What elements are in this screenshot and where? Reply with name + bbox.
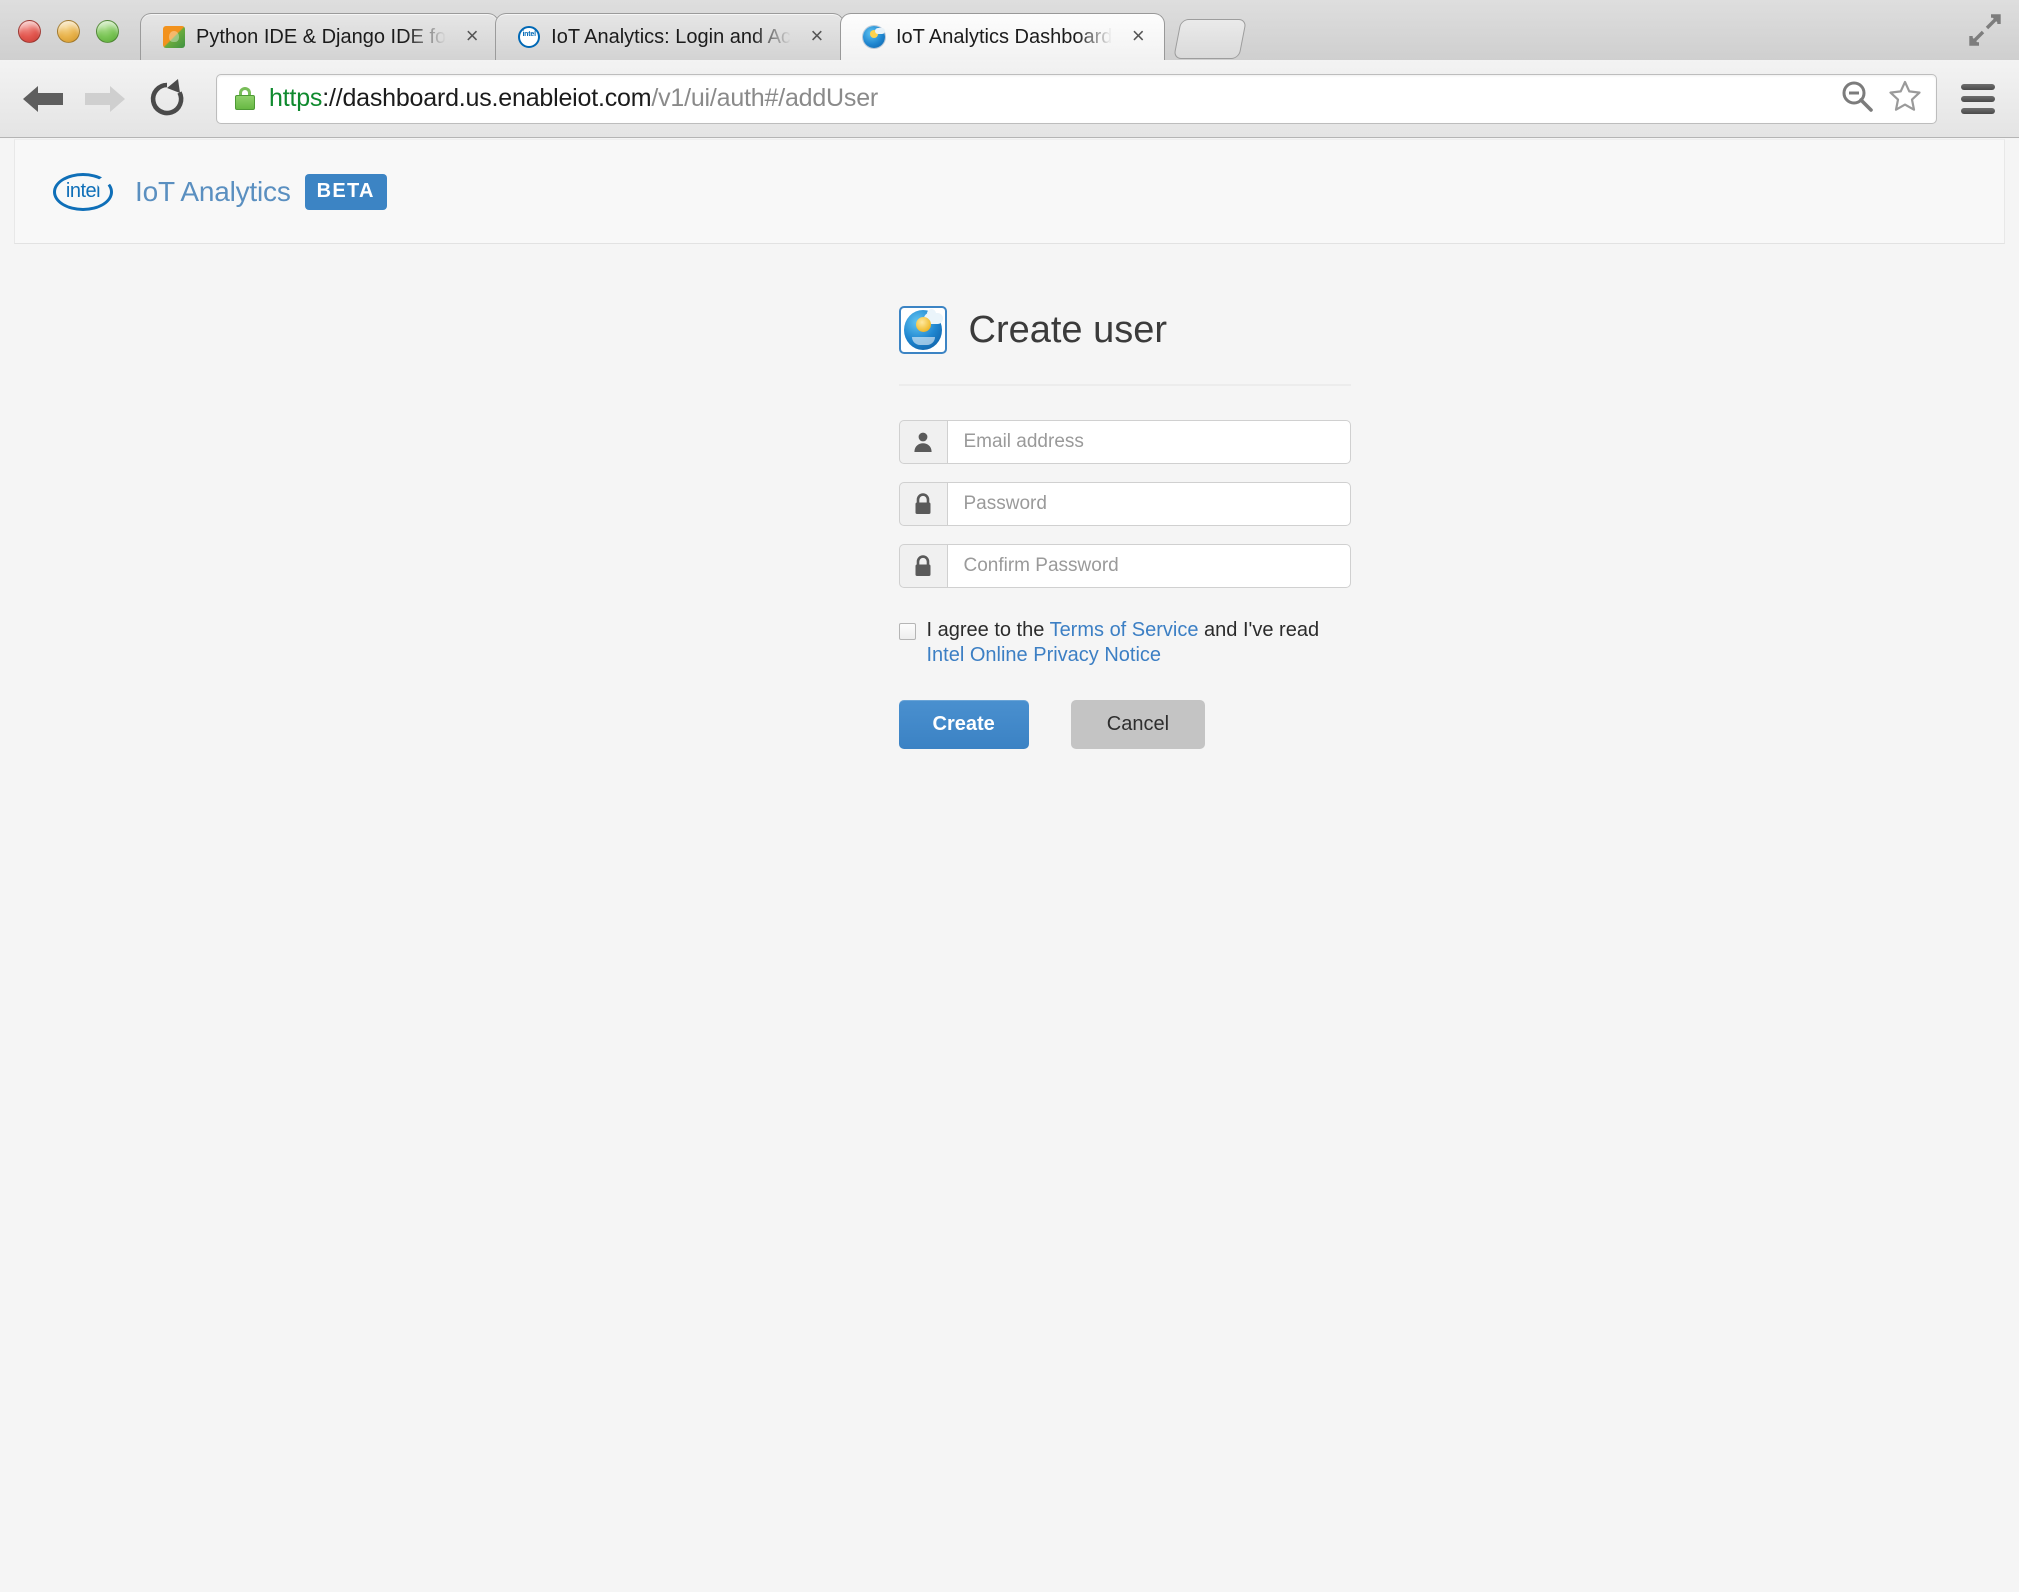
https-lock-icon [235,86,255,111]
lock-icon [898,544,947,588]
minimize-window-button[interactable] [57,20,80,43]
tab-strip: Python IDE & Django IDE fo × IoT Analyti… [140,0,1248,60]
password-field-group [898,482,1351,526]
reload-icon[interactable] [140,72,194,126]
terms-text: I agree to the Terms of Service and I've… [927,618,1333,668]
zoom-window-button[interactable] [96,20,119,43]
tab-title: Python IDE & Django IDE fo [196,25,447,48]
new-tab-button[interactable] [1173,19,1248,59]
forward-arrow-icon [78,72,132,126]
browser-window: Python IDE & Django IDE fo × IoT Analyti… [0,0,2019,1592]
close-tab-icon[interactable]: × [1128,25,1148,47]
beta-badge: BETA [304,173,387,210]
cancel-button[interactable]: Cancel [1070,700,1206,749]
email-field-group [898,420,1351,464]
back-arrow-icon[interactable] [16,72,70,126]
brand-name: IoT Analytics [135,175,291,207]
window-controls [18,20,119,43]
address-bar[interactable]: https://dashboard.us.enableiot.com/v1/ui… [216,73,1937,124]
privacy-notice-link[interactable]: Intel Online Privacy Notice [927,644,1162,666]
url-path: /v1/ui/auth#/addUser [651,84,879,112]
terms-checkbox[interactable] [898,623,916,640]
lock-icon [898,482,947,526]
browser-tab-iot-dashboard[interactable]: IoT Analytics Dashboard × [839,13,1166,60]
iot-cloud-icon [898,306,947,354]
confirm-password-field-group [898,544,1351,588]
browser-tab-pycharm[interactable]: Python IDE & Django IDE fo × [140,13,500,60]
password-field[interactable] [946,482,1351,526]
url-host: ://dashboard.us.enableiot.com [322,84,652,112]
url-scheme: https [269,84,323,112]
zoom-out-icon[interactable] [1840,79,1874,118]
pycharm-icon [163,26,185,48]
terms-of-service-link[interactable]: Terms of Service [1050,619,1199,641]
form-actions: Create Cancel [898,700,1351,749]
tab-title: IoT Analytics Dashboard [895,25,1113,48]
star-icon[interactable] [1888,79,1922,118]
close-tab-icon[interactable]: × [462,25,482,47]
close-window-button[interactable] [18,20,41,43]
terms-prefix: I agree to the [926,619,1050,641]
terms-middle: and I've read [1198,619,1320,641]
terms-agreement-row: I agree to the Terms of Service and I've… [898,618,1351,668]
create-button[interactable]: Create [898,700,1029,749]
page-title: Create user [968,308,1168,351]
close-tab-icon[interactable]: × [807,25,827,47]
address-bar-icons [1822,79,1922,118]
browser-tab-iot-login[interactable]: IoT Analytics: Login and Ac × [495,13,844,60]
hamburger-menu-icon[interactable] [1955,76,2001,122]
user-icon [898,420,947,464]
confirm-password-field[interactable] [946,544,1351,588]
url-text: https://dashboard.us.enableiot.com/v1/ui… [269,84,878,113]
tab-title: IoT Analytics: Login and Ac [551,25,791,48]
form-header: Create user [898,306,1351,386]
app-header: intel IoT Analytics BETA [14,139,2005,244]
browser-toolbar: https://dashboard.us.enableiot.com/v1/ui… [0,60,2019,138]
intel-logo-text: intel [65,180,101,202]
intel-logo-icon: intel [53,172,113,211]
create-user-form: Create user Email address I agree to the… [898,306,1351,749]
page-content: intel IoT Analytics BETA Create user Ema… [0,139,2019,1592]
intel-icon [518,26,541,48]
fullscreen-expand-icon[interactable] [1969,14,2001,46]
iot-cloud-icon [862,26,885,48]
email-field[interactable] [946,420,1351,464]
